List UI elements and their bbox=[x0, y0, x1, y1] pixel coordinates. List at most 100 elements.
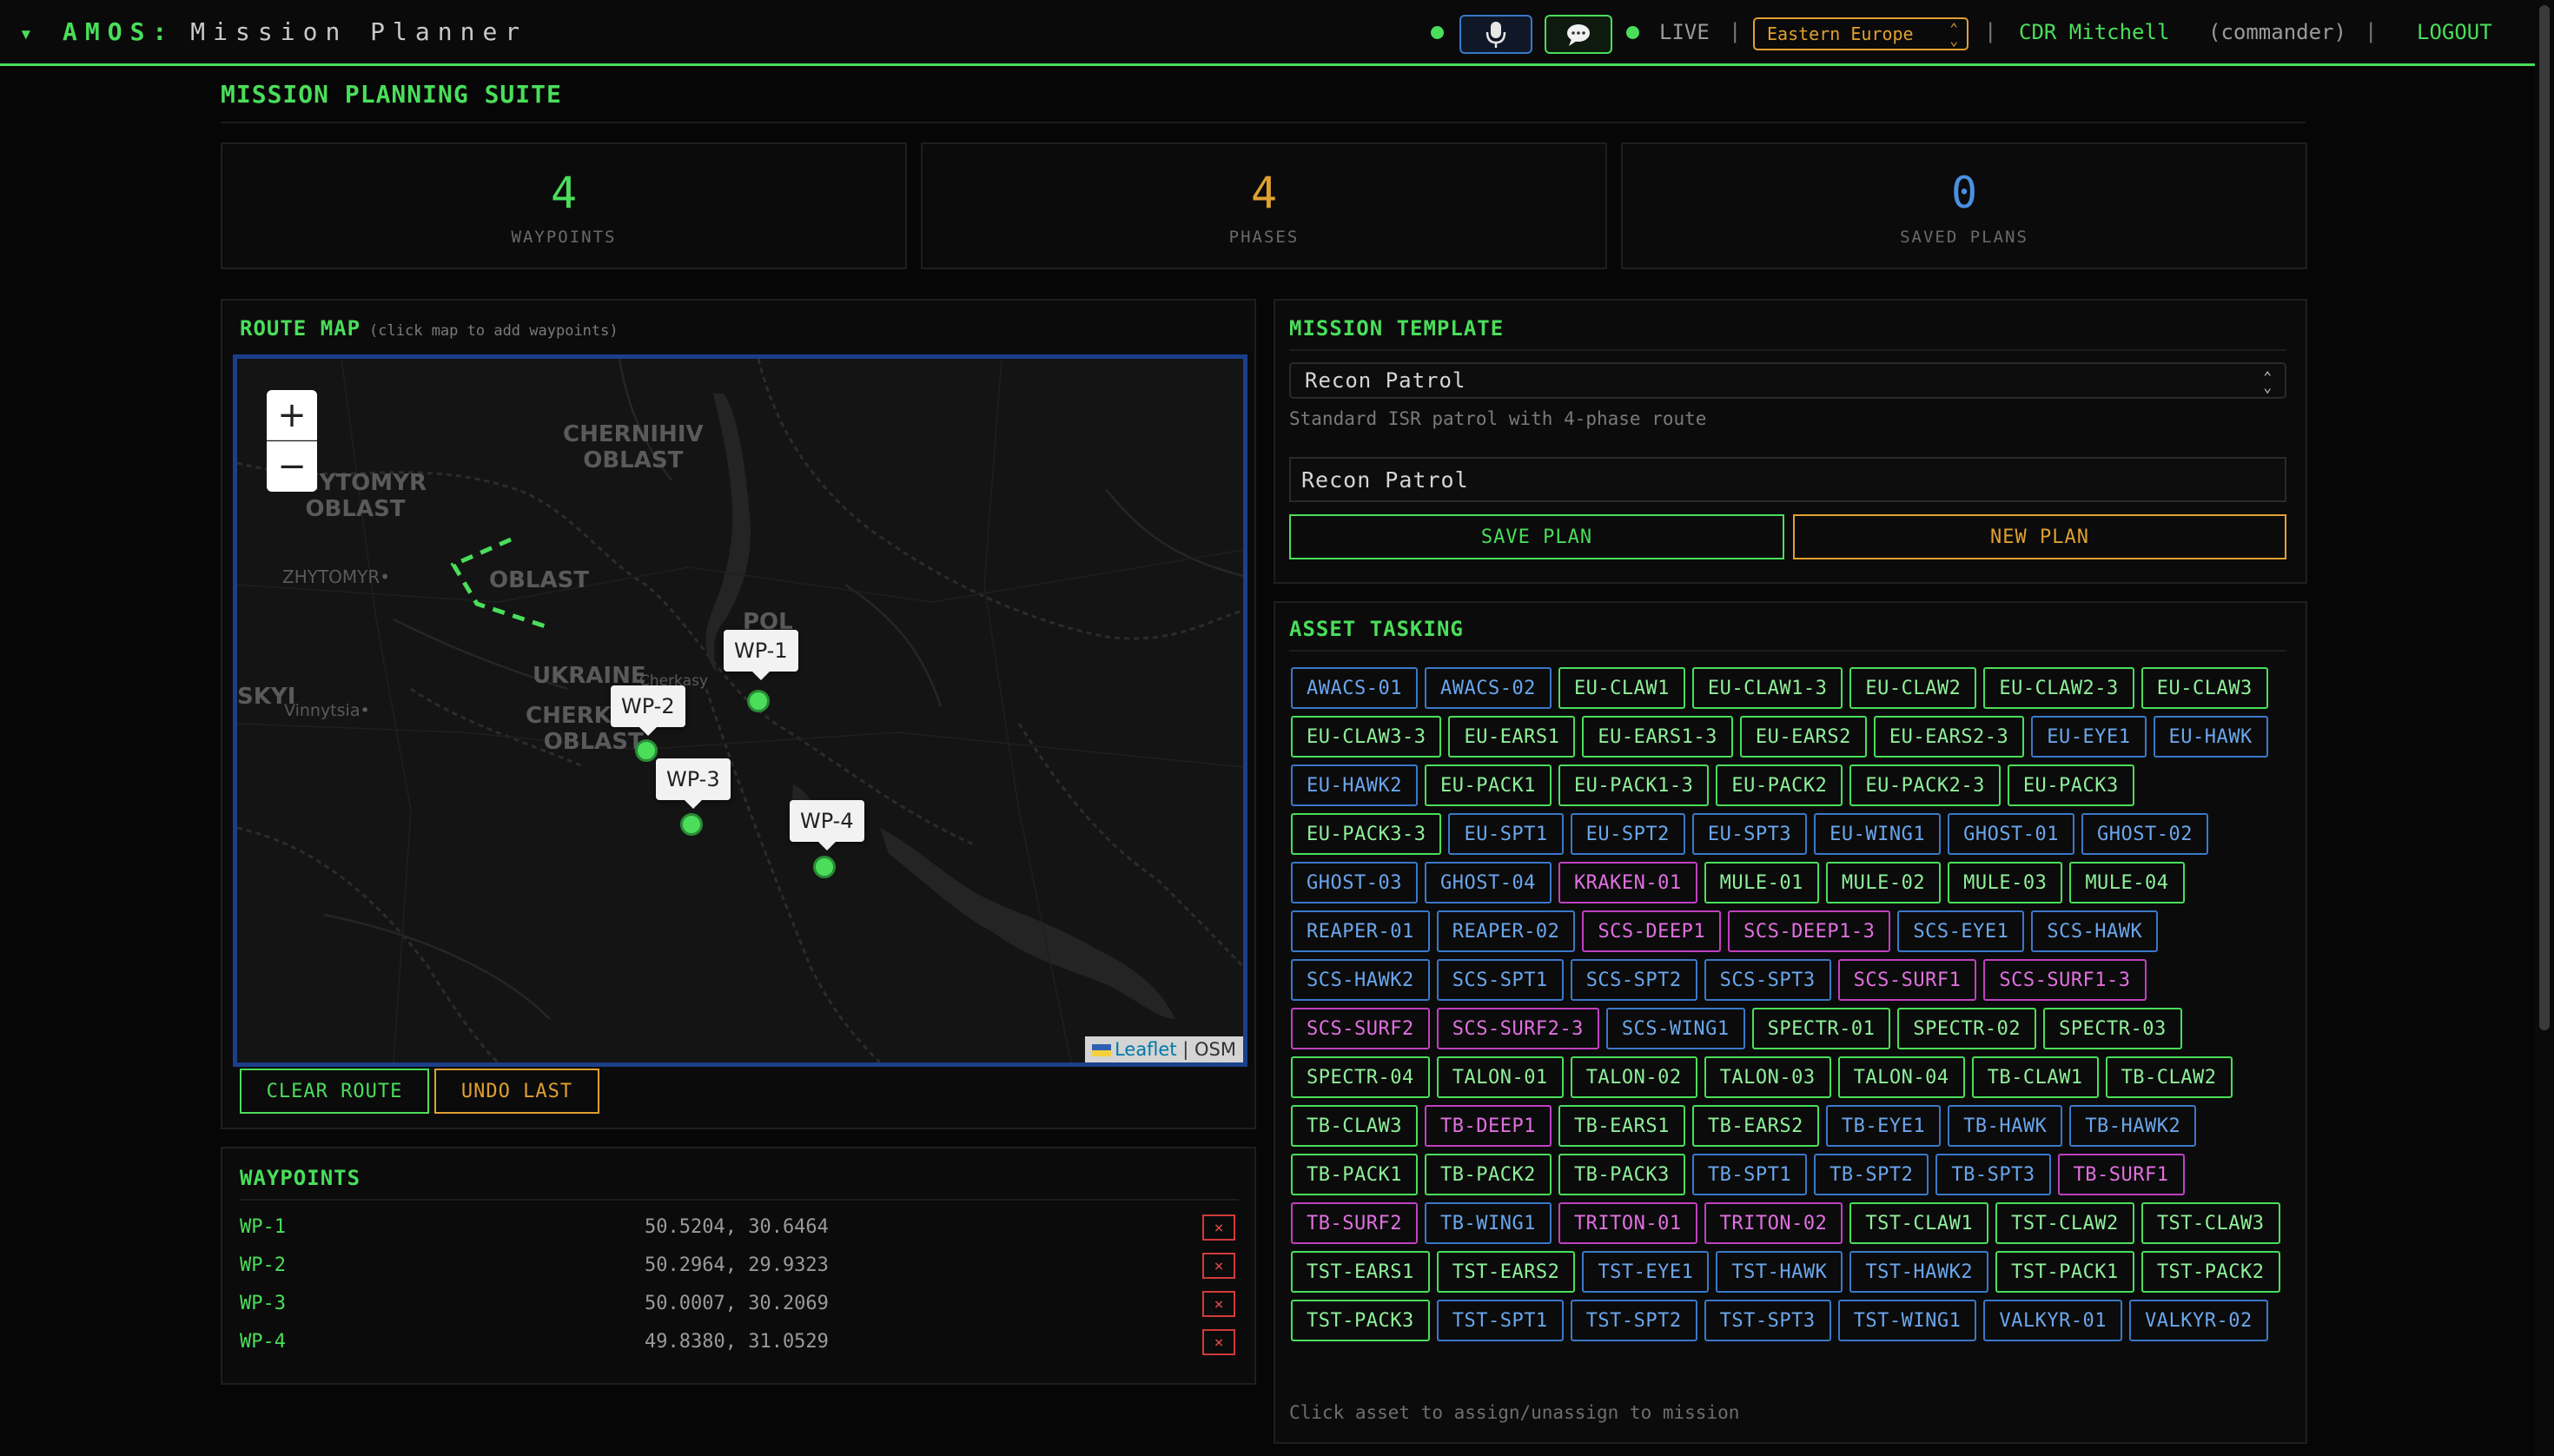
asset-tag[interactable]: SCS-DEEP1-3 bbox=[1728, 910, 1891, 952]
asset-tag[interactable]: EU-EARS2 bbox=[1739, 716, 1867, 758]
plan-name-input[interactable]: Recon Patrol bbox=[1289, 457, 2286, 502]
asset-tag[interactable]: SCS-SURF2 bbox=[1291, 1008, 1430, 1049]
asset-tag[interactable]: TALON-02 bbox=[1570, 1056, 1697, 1098]
asset-tag[interactable]: EU-PACK1-3 bbox=[1558, 764, 1710, 806]
asset-tag[interactable]: EU-PACK3 bbox=[2007, 764, 2134, 806]
waypoint-marker[interactable] bbox=[813, 856, 836, 878]
save-plan-button[interactable]: SAVE PLAN bbox=[1289, 514, 1784, 559]
asset-tag[interactable]: MULE-03 bbox=[1948, 862, 2063, 903]
asset-tag[interactable]: TRITON-01 bbox=[1558, 1202, 1697, 1244]
page-scrollbar[interactable] bbox=[2535, 0, 2554, 1456]
asset-tag[interactable]: TST-WING1 bbox=[1837, 1300, 1977, 1341]
asset-tag[interactable]: SCS-DEEP1 bbox=[1582, 910, 1722, 952]
asset-tag[interactable]: TB-SURF2 bbox=[1291, 1202, 1418, 1244]
asset-tag[interactable]: TALON-03 bbox=[1704, 1056, 1831, 1098]
remove-waypoint-button[interactable]: × bbox=[1202, 1329, 1235, 1355]
asset-tag[interactable]: TST-PACK2 bbox=[2140, 1251, 2280, 1293]
asset-tag[interactable]: EU-PACK3-3 bbox=[1291, 813, 1442, 855]
asset-tag[interactable]: EU-EYE1 bbox=[2031, 716, 2147, 758]
remove-waypoint-button[interactable]: × bbox=[1202, 1214, 1235, 1241]
region-select[interactable]: Eastern Europe ⌃ ⌄ bbox=[1753, 17, 1968, 50]
logout-button[interactable]: LOGOUT bbox=[2417, 20, 2492, 44]
asset-tag[interactable]: TB-EYE1 bbox=[1825, 1105, 1942, 1147]
asset-tag[interactable]: EU-EARS1-3 bbox=[1582, 716, 1733, 758]
asset-tag[interactable]: EU-HAWK bbox=[2153, 716, 2268, 758]
asset-tag[interactable]: VALKYR-02 bbox=[2129, 1300, 2268, 1341]
asset-tag[interactable]: TB-CLAW3 bbox=[1291, 1105, 1418, 1147]
asset-tag[interactable]: TB-CLAW2 bbox=[2105, 1056, 2233, 1098]
undo-last-button[interactable]: UNDO LAST bbox=[434, 1069, 599, 1114]
asset-tag[interactable]: VALKYR-01 bbox=[1983, 1300, 2123, 1341]
asset-tag[interactable]: SCS-SURF2-3 bbox=[1436, 1008, 1599, 1049]
asset-tag[interactable]: SCS-SPT1 bbox=[1436, 959, 1564, 1001]
asset-tag[interactable]: TST-HAWK2 bbox=[1849, 1251, 1989, 1293]
template-select[interactable]: Recon Patrol ⌃ ⌄ bbox=[1289, 362, 2286, 399]
asset-tag[interactable]: TRITON-02 bbox=[1704, 1202, 1843, 1244]
asset-tag[interactable]: SPECTR-03 bbox=[2043, 1008, 2182, 1049]
asset-tag[interactable]: TST-HAWK bbox=[1716, 1251, 1843, 1293]
asset-tag[interactable]: TST-CLAW2 bbox=[1995, 1202, 2134, 1244]
asset-tag[interactable]: TB-SPT2 bbox=[1814, 1154, 1929, 1195]
asset-tag[interactable]: SPECTR-01 bbox=[1751, 1008, 1891, 1049]
asset-tag[interactable]: TALON-01 bbox=[1436, 1056, 1564, 1098]
asset-tag[interactable]: TST-PACK3 bbox=[1291, 1300, 1430, 1341]
zoom-in-button[interactable]: + bbox=[267, 390, 317, 440]
asset-tag[interactable]: SCS-SURF1-3 bbox=[1983, 959, 2147, 1001]
asset-tag[interactable]: EU-CLAW1-3 bbox=[1691, 667, 1843, 709]
asset-tag[interactable]: SCS-SPT3 bbox=[1704, 959, 1831, 1001]
asset-tag[interactable]: TST-SPT2 bbox=[1570, 1300, 1697, 1341]
asset-tag[interactable]: TB-WING1 bbox=[1424, 1202, 1552, 1244]
asset-tag[interactable]: TB-EARS2 bbox=[1691, 1105, 1819, 1147]
asset-tag[interactable]: EU-CLAW2 bbox=[1849, 667, 1977, 709]
chat-button[interactable] bbox=[1545, 15, 1612, 54]
asset-tag[interactable]: EU-EARS2-3 bbox=[1873, 716, 2025, 758]
asset-tag[interactable]: REAPER-02 bbox=[1436, 910, 1576, 952]
asset-tag[interactable]: TB-SURF1 bbox=[2057, 1154, 2185, 1195]
asset-tag[interactable]: EU-WING1 bbox=[1814, 813, 1942, 855]
asset-tag[interactable]: SCS-SURF1 bbox=[1837, 959, 1977, 1001]
asset-tag[interactable]: EU-CLAW3 bbox=[2140, 667, 2268, 709]
asset-tag[interactable]: TB-HAWK bbox=[1948, 1105, 2063, 1147]
asset-tag[interactable]: TST-CLAW1 bbox=[1849, 1202, 1989, 1244]
asset-tag[interactable]: EU-SPT2 bbox=[1570, 813, 1685, 855]
asset-tag[interactable]: SCS-SPT2 bbox=[1570, 959, 1697, 1001]
asset-tag[interactable]: SCS-HAWK bbox=[2031, 910, 2159, 952]
zoom-out-button[interactable]: − bbox=[267, 441, 317, 492]
asset-tag[interactable]: TB-DEEP1 bbox=[1424, 1105, 1552, 1147]
asset-tag[interactable]: TST-EARS2 bbox=[1436, 1251, 1576, 1293]
asset-tag[interactable]: EU-PACK2-3 bbox=[1849, 764, 2001, 806]
asset-tag[interactable]: EU-EARS1 bbox=[1448, 716, 1576, 758]
asset-tag[interactable]: TST-SPT3 bbox=[1704, 1300, 1831, 1341]
asset-tag[interactable]: EU-CLAW1 bbox=[1558, 667, 1685, 709]
asset-tag[interactable]: SPECTR-02 bbox=[1897, 1008, 2037, 1049]
asset-tag[interactable]: EU-CLAW3-3 bbox=[1291, 716, 1442, 758]
asset-tag[interactable]: SPECTR-04 bbox=[1291, 1056, 1430, 1098]
menu-toggle-icon[interactable]: ▾ bbox=[19, 21, 33, 47]
remove-waypoint-button[interactable]: × bbox=[1202, 1291, 1235, 1317]
asset-tag[interactable]: TST-EYE1 bbox=[1582, 1251, 1710, 1293]
waypoint-marker[interactable] bbox=[747, 690, 770, 712]
scrollbar-thumb[interactable] bbox=[2539, 5, 2550, 1030]
asset-tag[interactable]: TB-SPT3 bbox=[1935, 1154, 2051, 1195]
asset-tag[interactable]: TB-HAWK2 bbox=[2069, 1105, 2197, 1147]
asset-tag[interactable]: MULE-01 bbox=[1704, 862, 1819, 903]
asset-tag[interactable]: TB-CLAW1 bbox=[1971, 1056, 2099, 1098]
asset-tag[interactable]: TST-EARS1 bbox=[1291, 1251, 1430, 1293]
asset-tag[interactable]: EU-CLAW2-3 bbox=[1983, 667, 2134, 709]
asset-tag[interactable]: MULE-02 bbox=[1825, 862, 1942, 903]
asset-tag[interactable]: GHOST-03 bbox=[1291, 862, 1418, 903]
asset-tag[interactable]: GHOST-01 bbox=[1948, 813, 2075, 855]
asset-tag[interactable]: TST-PACK1 bbox=[1995, 1251, 2134, 1293]
waypoint-marker[interactable] bbox=[635, 739, 658, 762]
route-map[interactable]: CHERNIHIV OBLAST ZHYTOMYR OBLAST ZHYTOMYR•… bbox=[233, 354, 1247, 1067]
clear-route-button[interactable]: CLEAR ROUTE bbox=[240, 1069, 429, 1114]
asset-tag[interactable]: REAPER-01 bbox=[1291, 910, 1430, 952]
asset-tag[interactable]: TB-EARS1 bbox=[1558, 1105, 1685, 1147]
asset-tag[interactable]: SCS-EYE1 bbox=[1897, 910, 2025, 952]
new-plan-button[interactable]: NEW PLAN bbox=[1793, 514, 2286, 559]
asset-tag[interactable]: MULE-04 bbox=[2069, 862, 2185, 903]
asset-tag[interactable]: SCS-WING1 bbox=[1605, 1008, 1745, 1049]
asset-tag[interactable]: EU-PACK1 bbox=[1424, 764, 1552, 806]
asset-tag[interactable]: AWACS-02 bbox=[1424, 667, 1552, 709]
asset-tag[interactable]: TB-PACK1 bbox=[1291, 1154, 1418, 1195]
